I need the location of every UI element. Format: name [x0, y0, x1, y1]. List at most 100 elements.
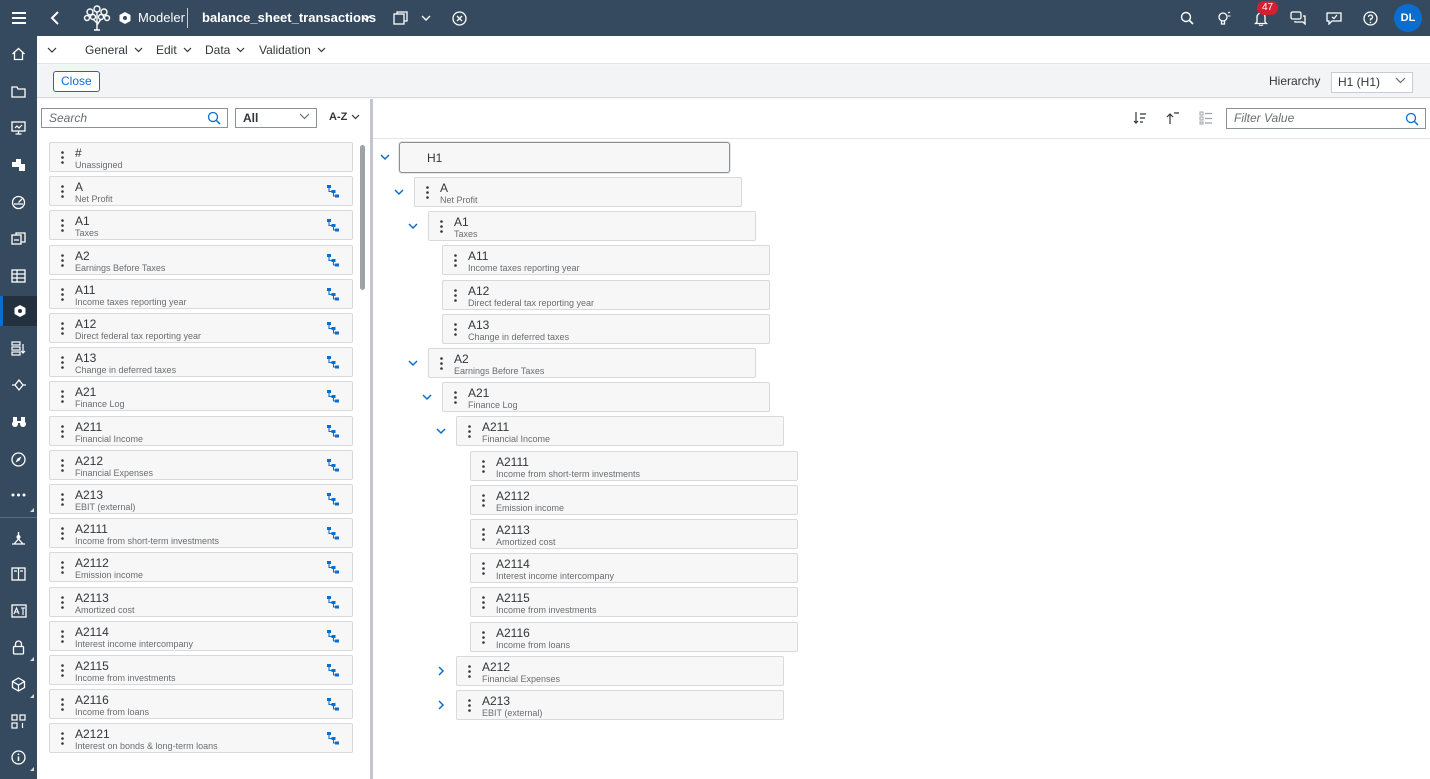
expand-toggle-icon[interactable]	[407, 220, 419, 232]
list-item[interactable]: A212 Financial Expenses	[49, 449, 353, 480]
drag-handle-icon[interactable]	[454, 288, 457, 307]
drag-handle-icon[interactable]	[454, 391, 457, 409]
hierarchy-position-icon[interactable]	[326, 663, 340, 682]
hierarchy-position-icon[interactable]	[326, 492, 340, 511]
analytic-app-icon[interactable]	[0, 150, 37, 180]
list-view-icon[interactable]	[1199, 111, 1213, 125]
drag-handle-icon[interactable]	[61, 629, 64, 648]
tree-node[interactable]: A21 Finance Log	[442, 382, 770, 413]
drag-handle-icon[interactable]	[61, 493, 64, 511]
collapse-all-icon[interactable]	[1166, 111, 1180, 125]
tree-node[interactable]: A2115 Income from investments	[470, 587, 798, 618]
hierarchy-position-icon[interactable]	[326, 697, 340, 716]
feedback-icon[interactable]	[1326, 0, 1342, 36]
home-icon[interactable]	[0, 39, 37, 69]
hierarchy-position-icon[interactable]	[326, 321, 340, 340]
lightbulb-icon[interactable]	[1216, 0, 1231, 36]
hierarchy-position-icon[interactable]	[326, 731, 340, 750]
list-item[interactable]: A2 Earnings Before Taxes	[49, 244, 353, 275]
tree-node[interactable]: A1 Taxes	[428, 211, 756, 242]
drag-handle-icon[interactable]	[482, 596, 485, 614]
hierarchy-position-icon[interactable]	[326, 595, 340, 614]
menu-validation[interactable]: Validation	[259, 36, 326, 64]
collapse-toggle-icon[interactable]	[435, 699, 447, 711]
drag-handle-icon[interactable]	[61, 561, 64, 579]
drag-handle-icon[interactable]	[61, 664, 64, 682]
search-icon[interactable]	[207, 111, 221, 125]
chevron-down-icon[interactable]	[361, 0, 371, 36]
list-item[interactable]: A2112 Emission income	[49, 552, 353, 583]
drag-handle-icon[interactable]	[61, 595, 64, 614]
drag-handle-icon[interactable]	[61, 253, 64, 272]
list-scrollbar[interactable]	[360, 145, 365, 290]
hierarchy-position-icon[interactable]	[326, 218, 340, 237]
menu-data[interactable]: Data	[205, 36, 245, 64]
list-item[interactable]: A2113 Amortized cost	[49, 586, 353, 617]
expand-toggle-icon[interactable]	[407, 357, 419, 369]
system-monitor-icon[interactable]	[0, 706, 37, 736]
list-item[interactable]: A21 Finance Log	[49, 381, 353, 412]
drag-handle-icon[interactable]	[482, 562, 485, 580]
list-item[interactable]: A2115 Income from investments	[49, 655, 353, 685]
menu-edit[interactable]: Edit	[156, 36, 192, 64]
hierarchy-position-icon[interactable]	[326, 560, 340, 579]
tree-node[interactable]: A212 Financial Expenses	[456, 655, 784, 686]
expand-toggle-icon[interactable]	[393, 186, 405, 198]
drag-handle-icon[interactable]	[482, 493, 485, 512]
folder-icon[interactable]	[0, 76, 37, 106]
tree-node[interactable]: A2113 Amortized cost	[470, 519, 798, 549]
connections-icon[interactable]	[0, 523, 37, 553]
list-item[interactable]: A1 Taxes	[49, 210, 353, 241]
drag-handle-icon[interactable]	[440, 357, 443, 375]
hierarchy-select[interactable]: H1 (H1)	[1331, 72, 1413, 93]
search-input[interactable]: Search	[41, 108, 228, 128]
list-item[interactable]: A11 Income taxes reporting year	[49, 278, 353, 309]
hierarchy-position-icon[interactable]	[326, 287, 340, 306]
tree-node[interactable]: A13 Change in deferred taxes	[442, 313, 770, 344]
drag-handle-icon[interactable]	[61, 458, 64, 477]
drag-handle-icon[interactable]	[61, 424, 64, 443]
tree-root-node[interactable]: H1	[399, 142, 730, 173]
drag-handle-icon[interactable]	[61, 287, 64, 306]
drag-handle-icon[interactable]	[61, 219, 64, 237]
expand-toggle-icon[interactable]	[435, 425, 447, 437]
hamburger-menu-icon[interactable]	[0, 0, 37, 36]
list-item[interactable]: A213 EBIT (external)	[49, 484, 353, 514]
drag-handle-icon[interactable]	[426, 186, 429, 204]
hierarchy-position-icon[interactable]	[326, 526, 340, 545]
drag-handle-icon[interactable]	[468, 699, 471, 717]
drag-handle-icon[interactable]	[61, 185, 64, 203]
list-item[interactable]: A2121 Interest on bonds & long-term loans	[49, 723, 353, 754]
drag-handle-icon[interactable]	[482, 459, 485, 478]
menu-general[interactable]: General	[85, 36, 143, 64]
data-flow-icon[interactable]	[0, 370, 37, 400]
tree-node[interactable]: A2114 Interest income intercompany	[470, 553, 798, 584]
translation-icon[interactable]	[0, 596, 37, 626]
sort-button[interactable]: A-Z	[329, 111, 360, 123]
drag-handle-icon[interactable]	[482, 528, 485, 546]
stories-icon[interactable]	[0, 113, 37, 143]
tree-node[interactable]: A213 EBIT (external)	[456, 690, 784, 720]
drag-handle-icon[interactable]	[61, 151, 64, 169]
hierarchy-position-icon[interactable]	[326, 355, 340, 374]
tree-node[interactable]: A2112 Emission income	[470, 484, 798, 515]
search-icon[interactable]	[1180, 0, 1194, 36]
collapse-toggle-icon[interactable]	[435, 665, 447, 677]
drag-handle-icon[interactable]	[454, 254, 457, 272]
table-icon[interactable]	[0, 261, 37, 291]
drag-handle-icon[interactable]	[61, 698, 64, 716]
search-icon[interactable]	[1405, 112, 1419, 126]
planning-icon[interactable]	[0, 224, 37, 254]
drag-handle-icon[interactable]	[61, 390, 64, 408]
modeler-icon[interactable]	[0, 296, 37, 326]
tree-node[interactable]: A Net Profit	[414, 177, 742, 207]
close-button[interactable]: Close	[53, 71, 100, 92]
file-name[interactable]: balance_sheet_transactions	[202, 0, 376, 36]
copy-window-icon[interactable]	[393, 0, 408, 36]
list-item[interactable]: A12 Direct federal tax reporting year	[49, 313, 353, 343]
expand-toggle-icon[interactable]	[379, 151, 391, 163]
sort-descending-icon[interactable]	[1133, 111, 1147, 125]
data-import-icon[interactable]	[0, 333, 37, 363]
user-avatar[interactable]: DL	[1394, 4, 1422, 32]
list-item[interactable]: A211 Financial Income	[49, 415, 353, 446]
